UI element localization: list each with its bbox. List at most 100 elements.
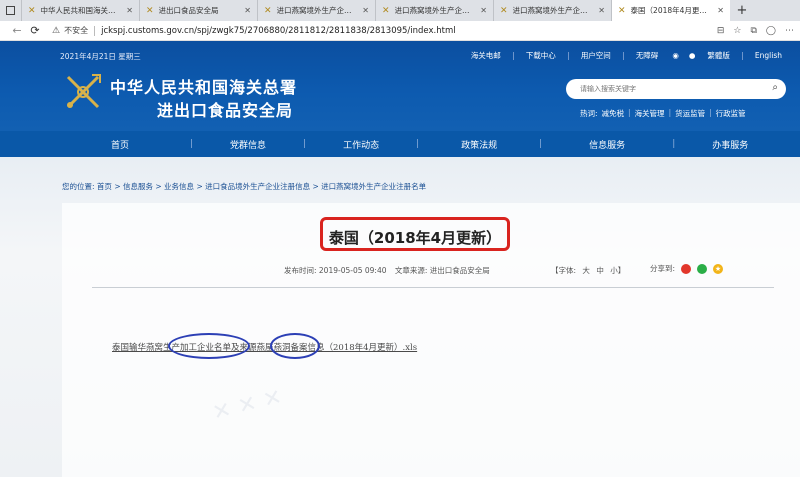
tab-close-icon[interactable]: ✕: [717, 6, 724, 15]
browser-tab[interactable]: ✕ 进口燕窝境外生产企业注 ✕: [258, 0, 376, 21]
wechat-share-icon[interactable]: [697, 263, 708, 274]
breadcrumb-separator: >: [312, 182, 322, 191]
tab-label: 中华人民共和国海关总署: [40, 6, 123, 15]
article-divider: [92, 287, 774, 288]
breadcrumb-separator: >: [114, 182, 123, 191]
font-large-button[interactable]: 大: [582, 266, 590, 275]
top-links: 海关电邮 下载中心 用户空间 无障碍 ◉ ● 繁體版 English: [459, 50, 782, 61]
breadcrumb-separator: >: [196, 182, 206, 191]
article-source: 文章来源: 进出口食品安全局: [394, 266, 490, 275]
browser-tab[interactable]: ✕ 进口燕窝境外生产企业注 ✕: [376, 0, 494, 21]
font-small-button[interactable]: 小】: [610, 266, 625, 275]
breadcrumb-item[interactable]: 信息服务: [123, 182, 153, 191]
browser-tab[interactable]: ✕ 进口燕窝境外生产企业注 ✕: [494, 0, 612, 21]
nav-item-home[interactable]: 首页: [50, 138, 190, 151]
link-accessibility[interactable]: 无障碍: [636, 50, 659, 61]
link-download-center[interactable]: 下载中心: [526, 50, 556, 61]
hot-words: 热词: 减免税 | 海关管理 | 货运监管 | 行政监管: [580, 108, 750, 119]
favorites-star-icon[interactable]: ☆: [733, 26, 741, 36]
reading-view-icon[interactable]: ⊟: [717, 26, 725, 36]
browser-tab[interactable]: ✕ 进出口食品安全局 ✕: [140, 0, 258, 21]
emblem-watermark: ✕ ✕ ✕: [210, 384, 285, 427]
tab-close-icon[interactable]: ✕: [244, 6, 251, 15]
browser-tab-strip: ✕ 中华人民共和国海关总署 ✕ ✕ 进出口食品安全局 ✕ ✕ 进口燕窝境外生产企…: [0, 0, 800, 21]
article-meta: 发布时间: 2019-05-05 09:40 文章来源: 进出口食品安全局: [284, 265, 496, 276]
nav-item-work-news[interactable]: 工作动态: [306, 138, 416, 151]
breadcrumb-item[interactable]: 首页: [97, 182, 112, 191]
tab-label: 泰国（2018年4月更新）: [630, 6, 714, 15]
nav-item-affairs[interactable]: 办事服务: [675, 138, 785, 151]
browser-tab[interactable]: ✕ 中华人民共和国海关总署 ✕: [22, 0, 140, 21]
site-subtitle: 进出口食品安全局: [157, 101, 294, 120]
hot-word-separator: |: [709, 108, 712, 117]
site-title: 中华人民共和国海关总署: [110, 78, 298, 97]
hot-word-separator: |: [668, 108, 672, 117]
search-icon[interactable]: ⌕: [772, 82, 778, 93]
customs-favicon-icon: ✕: [28, 5, 36, 16]
link-email[interactable]: 海关电邮: [471, 50, 501, 61]
content-area: 您的位置: 首页 > 信息服务 > 业务信息 > 进口食品境外生产企业注册信息 …: [0, 157, 800, 477]
security-label: 不安全: [64, 26, 89, 35]
link-separator: [512, 51, 514, 60]
customs-favicon-icon: ✕: [264, 5, 272, 16]
hot-word[interactable]: 货运监管: [675, 108, 705, 119]
share-bar: 分享到: ★: [650, 263, 724, 274]
link-user-space[interactable]: 用户空间: [581, 50, 611, 61]
breadcrumb-item[interactable]: 进口燕窝境外生产企业注册名单: [321, 182, 426, 191]
qzone-share-icon[interactable]: ★: [713, 263, 724, 274]
more-menu-icon[interactable]: ⋯: [785, 26, 794, 36]
tab-actions-button[interactable]: [0, 0, 22, 21]
address-bar-actions: ⊟ ☆ ⧉ ◯ ⋯: [717, 26, 794, 36]
tab-close-icon[interactable]: ✕: [126, 6, 133, 15]
back-button[interactable]: ←: [8, 24, 26, 37]
breadcrumb-item[interactable]: 进口食品境外生产企业注册信息: [205, 182, 310, 191]
url-field[interactable]: jckspj.customs.gov.cn/spj/zwgk75/2706880…: [101, 26, 456, 36]
warning-icon: ⚠: [52, 25, 61, 36]
highlight-ellipse: [270, 333, 320, 359]
publish-time: 发布时间: 2019-05-05 09:40: [284, 266, 387, 275]
nav-item-party[interactable]: 党群信息: [193, 138, 303, 151]
wechat-icon[interactable]: ●: [689, 51, 696, 60]
breadcrumb-item[interactable]: 业务信息: [164, 182, 194, 191]
font-size-label: 【字体:: [551, 266, 577, 275]
search-input[interactable]: [580, 85, 750, 93]
new-tab-button[interactable]: +: [730, 0, 754, 21]
browser-tab-active[interactable]: ✕ 泰国（2018年4月更新） ✕: [612, 0, 730, 21]
share-label: 分享到:: [650, 264, 676, 273]
refresh-button[interactable]: ⟳: [26, 24, 44, 37]
breadcrumb-prefix: 您的位置:: [62, 182, 95, 191]
customs-emblem-icon: [66, 74, 101, 109]
collections-icon[interactable]: ⧉: [750, 26, 756, 36]
tab-label: 进口燕窝境外生产企业注: [512, 6, 595, 15]
search-box: ⌕: [566, 79, 786, 99]
nav-item-policies[interactable]: 政策法规: [419, 138, 539, 151]
link-traditional[interactable]: 繁體版: [707, 50, 730, 61]
font-size-controls: 【字体: 大 中 小】: [547, 265, 625, 276]
nav-item-info-service[interactable]: 信息服务: [542, 138, 672, 151]
breadcrumb: 您的位置: 首页 > 信息服务 > 业务信息 > 进口食品境外生产企业注册信息 …: [62, 181, 426, 192]
link-separator: [741, 51, 743, 60]
tab-close-icon[interactable]: ✕: [362, 6, 369, 15]
customs-favicon-icon: ✕: [618, 5, 626, 16]
hot-word[interactable]: 减免税: [602, 108, 625, 119]
highlight-ellipse: [168, 333, 250, 359]
font-medium-button[interactable]: 中: [596, 266, 604, 275]
article-panel: 泰国（2018年4月更新） 发布时间: 2019-05-05 09:40 文章来…: [62, 203, 800, 477]
tab-actions-icon: [6, 6, 15, 15]
tab-close-icon[interactable]: ✕: [480, 6, 487, 15]
weibo-share-icon[interactable]: [681, 263, 692, 274]
attachment-link[interactable]: 泰国输华燕窝生产加工企业名单及来源燕屋燕洞备案信息（2018年4月更新）.xls: [112, 341, 417, 353]
tab-label: 进出口食品安全局: [158, 6, 219, 15]
weibo-icon[interactable]: ◉: [672, 51, 679, 60]
current-date: 2021年4月21日 星期三: [60, 52, 141, 61]
security-indicator[interactable]: ⚠ 不安全: [52, 25, 88, 36]
hot-word[interactable]: 行政监管: [716, 108, 746, 119]
link-separator: [567, 51, 569, 60]
hot-word[interactable]: 海关管理: [635, 108, 665, 119]
hot-word-separator: |: [628, 108, 631, 117]
link-english[interactable]: English: [755, 51, 782, 60]
tab-close-icon[interactable]: ✕: [598, 6, 605, 15]
profile-icon[interactable]: ◯: [766, 26, 776, 36]
tab-label: 进口燕窝境外生产企业注: [276, 6, 359, 15]
article-title: 泰国（2018年4月更新）: [328, 229, 502, 247]
